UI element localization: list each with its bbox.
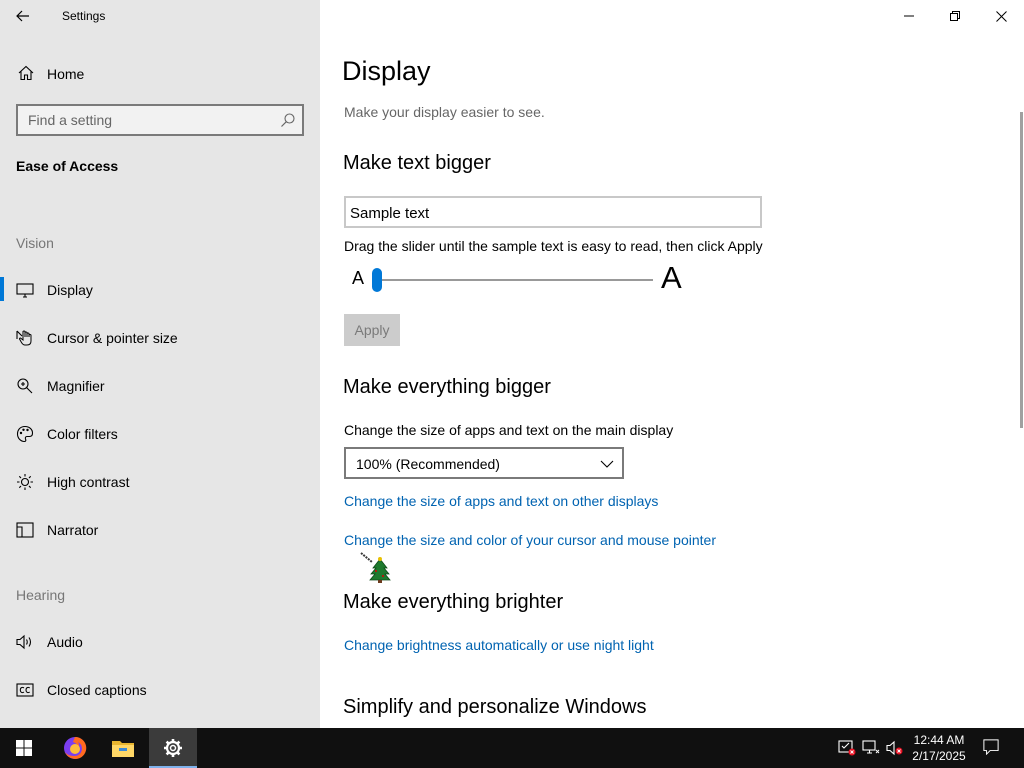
slider-hint: Drag the slider until the sample text is… — [344, 238, 763, 254]
home-icon — [18, 65, 34, 81]
taskbar-settings[interactable] — [149, 728, 197, 768]
start-button[interactable] — [0, 728, 48, 768]
scale-label: Change the size of apps and text on the … — [344, 422, 674, 438]
notifications-icon[interactable] — [982, 739, 1000, 755]
start-icon — [16, 740, 32, 756]
sun-icon — [17, 474, 33, 490]
sidebar-item-home[interactable]: Home — [0, 56, 320, 90]
link-other-displays[interactable]: Change the size of apps and text on othe… — [344, 493, 658, 509]
clock-date: 2/17/2025 — [912, 749, 966, 763]
section-title: Ease of Access — [16, 158, 119, 174]
sidebar-item-audio[interactable]: Audio — [0, 621, 320, 661]
sidebar-item-label: Audio — [47, 634, 83, 650]
scale-dropdown[interactable]: 100% (Recommended) — [344, 447, 624, 479]
minimize-button[interactable] — [886, 0, 932, 32]
network-icon[interactable] — [862, 740, 880, 756]
heading-make-everything-brighter: Make everything brighter — [343, 591, 564, 613]
search-box[interactable] — [16, 104, 304, 136]
pointer-icon — [16, 330, 32, 346]
group-label-vision: Vision — [16, 235, 54, 251]
sidebar-item-label: Cursor & pointer size — [47, 330, 178, 346]
narrator-icon — [16, 522, 34, 538]
sample-text: Sample text — [350, 205, 430, 222]
taskbar-firefox[interactable] — [51, 728, 99, 768]
slider-min-label: A — [352, 268, 365, 288]
palette-icon — [16, 425, 34, 443]
taskbar: 12:44 AM 2/17/2025 — [0, 728, 1024, 768]
text-size-slider[interactable] — [377, 279, 653, 281]
sidebar-item-high-contrast[interactable]: High contrast — [0, 461, 320, 501]
sidebar-item-narrator[interactable]: Narrator — [0, 509, 320, 549]
security-alert-icon[interactable] — [838, 740, 856, 756]
magnifier-icon — [17, 378, 33, 394]
sidebar-item-label: Narrator — [47, 522, 99, 538]
link-brightness-night-light[interactable]: Change brightness automatically or use n… — [344, 637, 654, 653]
link-cursor-settings[interactable]: Change the size and color of your cursor… — [344, 532, 716, 548]
restore-icon — [950, 11, 960, 21]
sidebar-item-label: Closed captions — [47, 682, 147, 698]
volume-muted-icon[interactable] — [886, 740, 904, 756]
sidebar-item-label: Display — [47, 282, 93, 298]
heading-make-everything-bigger: Make everything bigger — [343, 376, 551, 398]
back-arrow-icon — [16, 10, 29, 22]
clock-time: 12:44 AM — [913, 733, 965, 747]
chevron-down-icon — [600, 460, 614, 468]
scrollbar[interactable] — [1020, 112, 1023, 428]
close-icon — [995, 10, 1007, 22]
mouse-cursor-icon — [360, 552, 391, 583]
heading-simplify-personalize: Simplify and personalize Windows — [343, 696, 647, 718]
back-button[interactable] — [8, 4, 38, 28]
sidebar-item-label: Home — [47, 66, 85, 82]
app-title: Settings — [62, 9, 106, 23]
sidebar-item-label: Magnifier — [47, 378, 105, 394]
sidebar: Settings Home Ease of Access Vision Disp… — [0, 0, 320, 728]
settings-icon — [164, 739, 182, 757]
page-subtitle: Make your display easier to see. — [344, 104, 545, 120]
monitor-icon — [16, 283, 34, 298]
taskbar-file-explorer[interactable] — [99, 728, 147, 768]
search-input[interactable] — [28, 111, 278, 129]
speaker-icon — [16, 634, 32, 650]
scale-dropdown-value: 100% (Recommended) — [356, 456, 500, 472]
sidebar-item-label: Color filters — [47, 426, 118, 442]
main-content: Display Make your display easier to see.… — [320, 0, 1024, 728]
page-title: Display — [342, 56, 431, 86]
group-label-hearing: Hearing — [16, 587, 66, 603]
clock[interactable]: 12:44 AM 2/17/2025 — [904, 732, 974, 764]
sidebar-item-display[interactable]: Display — [0, 269, 320, 309]
text-size-slider-thumb[interactable] — [372, 268, 382, 292]
file-explorer-icon — [112, 741, 134, 757]
heading-make-text-bigger: Make text bigger — [343, 152, 491, 174]
sidebar-item-color-filters[interactable]: Color filters — [0, 413, 320, 453]
sample-text-box: Sample text — [344, 196, 762, 228]
sidebar-item-magnifier[interactable]: Magnifier — [0, 365, 320, 405]
close-button[interactable] — [978, 0, 1024, 32]
cc-icon — [16, 683, 34, 697]
slider-max-label: A — [661, 260, 682, 295]
titlebar-left: Settings — [0, 0, 320, 32]
restore-button[interactable] — [932, 0, 978, 32]
sidebar-item-closed-captions[interactable]: Closed captions — [0, 669, 320, 709]
sidebar-item-label: High contrast — [47, 474, 130, 490]
minimize-icon — [904, 15, 914, 17]
sidebar-item-cursor-pointer-size[interactable]: Cursor & pointer size — [0, 317, 320, 357]
firefox-icon — [64, 736, 87, 759]
search-icon[interactable] — [280, 112, 296, 128]
apply-button[interactable]: Apply — [344, 314, 400, 346]
